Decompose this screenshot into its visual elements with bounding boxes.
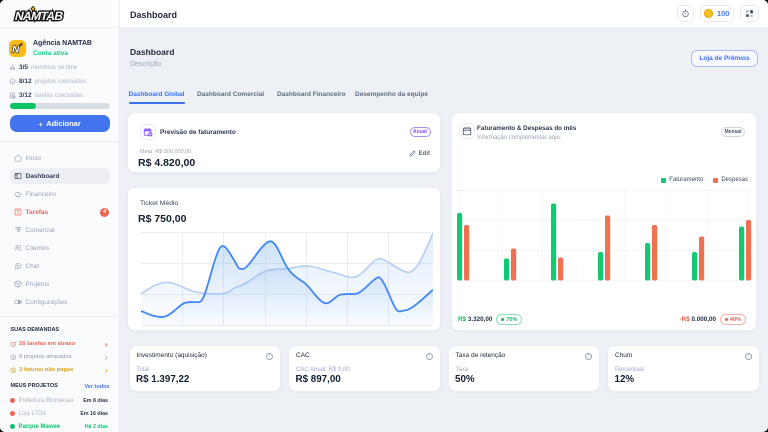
svg-text:N: N [12,45,20,56]
svg-text:NAMTAB: NAMTAB [14,9,65,23]
